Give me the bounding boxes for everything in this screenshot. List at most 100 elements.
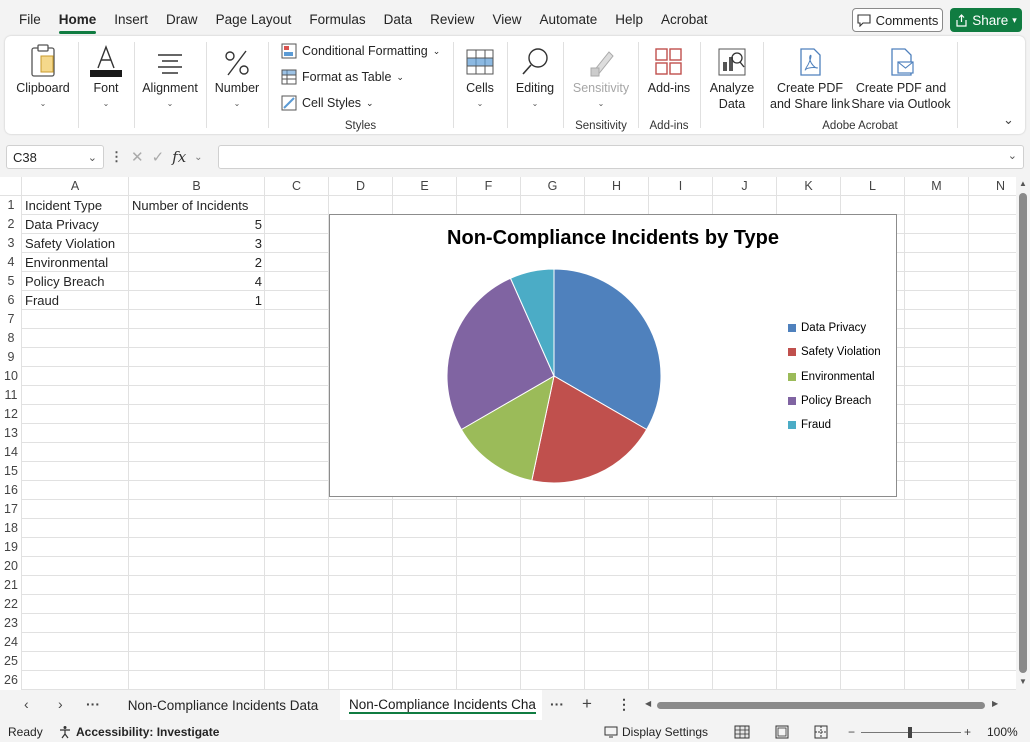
- column-header-n[interactable]: N: [969, 177, 1016, 196]
- cell-a1[interactable]: Incident Type: [22, 196, 129, 215]
- row-header[interactable]: 3: [0, 234, 22, 253]
- row-header[interactable]: 24: [0, 633, 22, 652]
- create-pdf-share-link-button[interactable]: Create PDF and Share link: [769, 38, 851, 112]
- menu-tab-data[interactable]: Data: [375, 0, 422, 38]
- cells-button[interactable]: Cells ⌄: [459, 38, 501, 112]
- row-header[interactable]: 20: [0, 557, 22, 576]
- cell-incident-count[interactable]: 2: [129, 253, 265, 272]
- cell-incident-count[interactable]: 1: [129, 291, 265, 310]
- comments-button[interactable]: Comments: [852, 8, 943, 32]
- column-header-l[interactable]: L: [841, 177, 905, 196]
- scroll-down-icon[interactable]: ▼: [1019, 677, 1027, 686]
- column-header-h[interactable]: H: [585, 177, 649, 196]
- number-button[interactable]: Number ⌄: [211, 38, 263, 112]
- vertical-scroll-thumb[interactable]: [1019, 193, 1027, 673]
- cell-incident-count[interactable]: 4: [129, 272, 265, 291]
- row-header[interactable]: 9: [0, 348, 22, 367]
- pie-chart[interactable]: Non-Compliance Incidents by Type Data Pr…: [329, 214, 897, 497]
- row-header[interactable]: 26: [0, 671, 22, 690]
- cell-incident-type[interactable]: Data Privacy: [22, 215, 129, 234]
- menu-tab-view[interactable]: View: [483, 0, 530, 38]
- cell-incident-count[interactable]: 5: [129, 215, 265, 234]
- menu-tab-acrobat[interactable]: Acrobat: [652, 0, 717, 38]
- zoom-level[interactable]: 100%: [987, 725, 1018, 739]
- sheet-tab-chart[interactable]: Non-Compliance Incidents Cha: [340, 690, 542, 720]
- menu-tab-insert[interactable]: Insert: [105, 0, 157, 38]
- column-header-e[interactable]: E: [393, 177, 457, 196]
- column-header-a[interactable]: A: [22, 177, 129, 196]
- menu-tab-page-layout[interactable]: Page Layout: [207, 0, 301, 38]
- horizontal-scroll-thumb[interactable]: [657, 702, 985, 709]
- menu-tab-file[interactable]: File: [10, 0, 50, 38]
- menu-tab-review[interactable]: Review: [421, 0, 483, 38]
- more-options-icon[interactable]: ⋮: [110, 149, 123, 165]
- cell-incident-type[interactable]: Policy Breach: [22, 272, 129, 291]
- format-as-table-button[interactable]: Format as Table ⌄: [281, 66, 404, 88]
- scroll-right-icon[interactable]: ▶: [992, 699, 998, 708]
- row-header[interactable]: 19: [0, 538, 22, 557]
- cancel-icon[interactable]: ✕: [131, 148, 144, 166]
- display-settings-button[interactable]: Display Settings: [604, 725, 708, 739]
- ribbon-expand-icon[interactable]: ⌄: [1003, 112, 1014, 128]
- formula-input[interactable]: ⌄: [218, 145, 1024, 169]
- column-header-g[interactable]: G: [521, 177, 585, 196]
- enter-icon[interactable]: ✓: [152, 148, 165, 166]
- analyze-data-button[interactable]: Analyze Data: [705, 38, 759, 112]
- expand-formula-icon[interactable]: ⌄: [1008, 149, 1017, 162]
- cell-styles-button[interactable]: Cell Styles ⌄: [281, 92, 374, 114]
- conditional-formatting-button[interactable]: Conditional Formatting ⌄: [281, 40, 440, 62]
- vertical-scrollbar[interactable]: ▲ ▼: [1016, 177, 1030, 690]
- row-header[interactable]: 7: [0, 310, 22, 329]
- editing-button[interactable]: Editing ⌄: [512, 38, 558, 112]
- create-pdf-outlook-button[interactable]: Create PDF and Share via Outlook: [851, 38, 951, 112]
- add-sheet-icon[interactable]: +: [582, 694, 592, 714]
- legend-item[interactable]: Policy Breach: [788, 393, 871, 409]
- font-button[interactable]: Font ⌄: [83, 38, 129, 112]
- column-header-f[interactable]: F: [457, 177, 521, 196]
- zoom-out-icon[interactable]: −: [848, 725, 855, 739]
- row-header[interactable]: 16: [0, 481, 22, 500]
- select-all-corner[interactable]: [0, 177, 22, 196]
- horizontal-scrollbar[interactable]: ◀ ▶: [645, 699, 1000, 711]
- scroll-up-icon[interactable]: ▲: [1019, 179, 1027, 188]
- name-box[interactable]: C38 ⌄: [6, 145, 104, 169]
- share-button[interactable]: Share ▾: [950, 8, 1022, 32]
- row-header[interactable]: 1: [0, 196, 22, 215]
- sheet-options-icon[interactable]: ⋮: [617, 696, 631, 713]
- cell-b1[interactable]: Number of Incidents: [129, 196, 265, 215]
- row-header[interactable]: 18: [0, 519, 22, 538]
- legend-item[interactable]: Fraud: [788, 417, 831, 433]
- row-header[interactable]: 10: [0, 367, 22, 386]
- menu-tab-home[interactable]: Home: [50, 0, 106, 38]
- scroll-left-icon[interactable]: ◀: [645, 699, 651, 708]
- menu-tab-formulas[interactable]: Formulas: [300, 0, 374, 38]
- column-header-d[interactable]: D: [329, 177, 393, 196]
- row-header[interactable]: 15: [0, 462, 22, 481]
- row-header[interactable]: 12: [0, 405, 22, 424]
- legend-item[interactable]: Environmental: [788, 369, 875, 385]
- column-header-m[interactable]: M: [905, 177, 969, 196]
- row-header[interactable]: 2: [0, 215, 22, 234]
- column-header-k[interactable]: K: [777, 177, 841, 196]
- menu-tab-help[interactable]: Help: [606, 0, 652, 38]
- row-header[interactable]: 5: [0, 272, 22, 291]
- row-header[interactable]: 21: [0, 576, 22, 595]
- column-header-i[interactable]: I: [649, 177, 713, 196]
- cell-incident-type[interactable]: Environmental: [22, 253, 129, 272]
- row-header[interactable]: 25: [0, 652, 22, 671]
- row-header[interactable]: 14: [0, 443, 22, 462]
- column-header-j[interactable]: J: [713, 177, 777, 196]
- accessibility-button[interactable]: Accessibility: Investigate: [58, 725, 219, 739]
- addins-button[interactable]: Add-ins: [643, 38, 695, 96]
- menu-tab-draw[interactable]: Draw: [157, 0, 207, 38]
- more-tabs-icon[interactable]: ···: [550, 696, 564, 712]
- column-header-b[interactable]: B: [129, 177, 265, 196]
- page-layout-view-icon[interactable]: [775, 725, 789, 739]
- clipboard-button[interactable]: Clipboard ⌄: [13, 38, 73, 112]
- sensitivity-button[interactable]: Sensitivity ⌄: [568, 38, 634, 112]
- legend-item[interactable]: Data Privacy: [788, 320, 866, 336]
- legend-item[interactable]: Safety Violation: [788, 344, 881, 360]
- cell-incident-type[interactable]: Safety Violation: [22, 234, 129, 253]
- alignment-button[interactable]: Alignment ⌄: [139, 38, 201, 112]
- menu-tab-automate[interactable]: Automate: [530, 0, 606, 38]
